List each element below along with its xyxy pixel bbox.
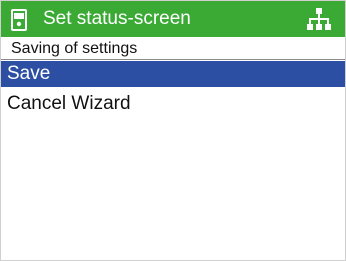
network-icon xyxy=(307,8,331,30)
menu-item-save[interactable]: Save xyxy=(1,61,345,87)
device-icon xyxy=(11,9,27,31)
status-screen: Set status-screen Saving of settings Sav… xyxy=(0,0,346,261)
title-bar: Set status-screen xyxy=(1,1,345,37)
section-subtitle: Saving of settings xyxy=(1,38,345,60)
menu-item-cancel-wizard[interactable]: Cancel Wizard xyxy=(1,91,345,117)
wizard-menu: Save Cancel Wizard xyxy=(1,61,345,121)
page-title: Set status-screen xyxy=(43,8,191,29)
